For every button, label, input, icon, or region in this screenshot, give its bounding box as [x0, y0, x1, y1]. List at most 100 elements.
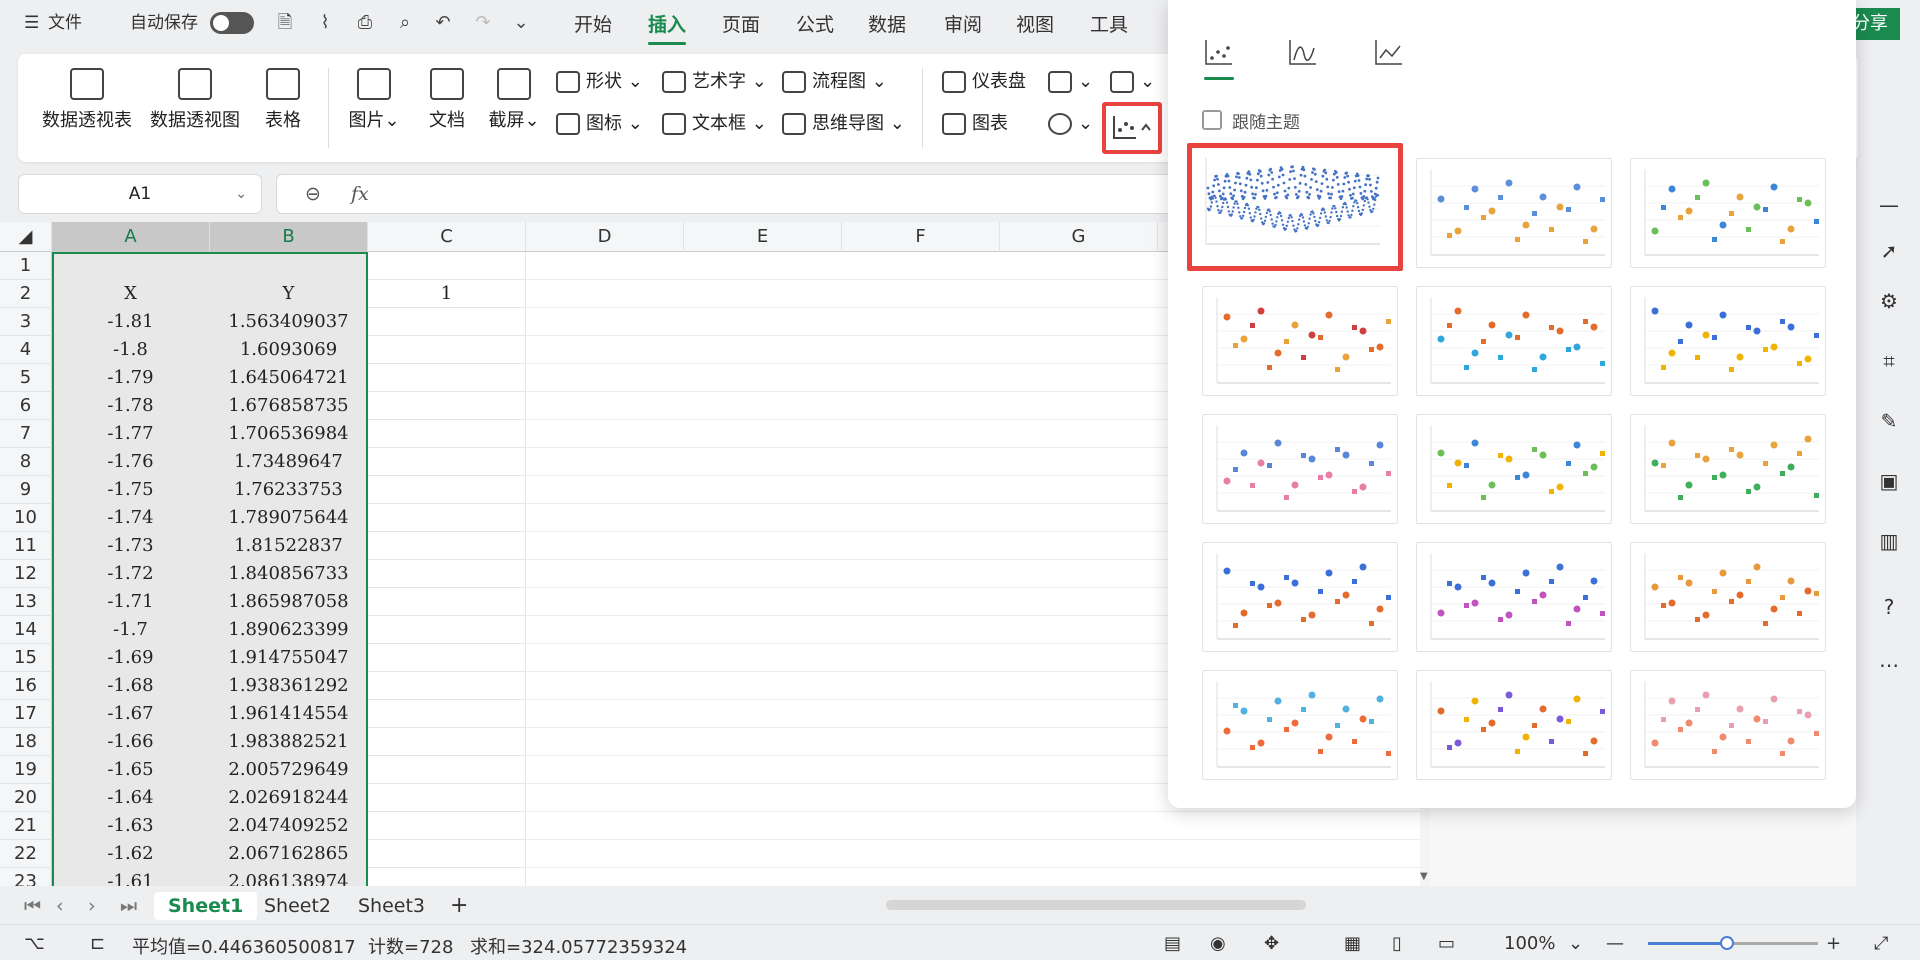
cell-b20[interactable]: 2.026918244 [210, 784, 368, 812]
tab-review[interactable]: 审阅 [944, 10, 982, 37]
icons-button[interactable]: 图标 ⌄ [556, 110, 643, 138]
name-box[interactable]: A1 ⌄ [18, 174, 262, 214]
redo-icon[interactable]: ↷ [470, 10, 496, 36]
select-all-corner[interactable]: ◢ [0, 222, 52, 252]
more-icon[interactable]: ⋯ [1876, 652, 1902, 678]
table-style-icon[interactable]: ▤ [1164, 933, 1181, 954]
cell-b14[interactable]: 1.890623399 [210, 616, 368, 644]
cell-a2[interactable]: X [52, 280, 210, 308]
zoom-in-icon[interactable]: + [1826, 933, 1841, 954]
chevron-down-icon[interactable]: ⌄ [235, 175, 247, 213]
file-menu[interactable]: 文件 [48, 10, 82, 36]
cell-b9[interactable]: 1.76233753 [210, 476, 368, 504]
cell-b1[interactable] [210, 252, 368, 280]
row-header[interactable]: 14 [0, 616, 52, 644]
eye-protect-icon[interactable]: ◉ [1210, 933, 1226, 954]
tab-scatter-type[interactable] [1202, 36, 1236, 80]
cell-c23[interactable] [368, 868, 526, 886]
cell-a15[interactable]: -1.69 [52, 644, 210, 672]
page-break-icon[interactable]: ▭ [1438, 933, 1455, 954]
tab-line-scatter[interactable] [1372, 36, 1406, 70]
zoom-slider[interactable] [1648, 936, 1818, 950]
cell-a10[interactable]: -1.74 [52, 504, 210, 532]
image-edit-icon[interactable]: ▣ [1876, 468, 1902, 494]
tab-home[interactable]: 开始 [574, 10, 612, 37]
zoom-out-icon[interactable]: — [1606, 933, 1624, 954]
cell-c11[interactable] [368, 532, 526, 560]
chart-style-thumbnail[interactable] [1416, 670, 1612, 780]
cell-a22[interactable]: -1.62 [52, 840, 210, 868]
cell-b5[interactable]: 1.645064721 [210, 364, 368, 392]
cell-a9[interactable]: -1.75 [52, 476, 210, 504]
cell-a13[interactable]: -1.71 [52, 588, 210, 616]
cell-c2[interactable]: 1 [368, 280, 526, 308]
flowchart-button[interactable]: 流程图 ⌄ [782, 68, 887, 96]
column-header-f[interactable]: F [842, 222, 1000, 252]
cell-b17[interactable]: 1.961414554 [210, 700, 368, 728]
row-header[interactable]: 18 [0, 728, 52, 756]
cell-a7[interactable]: -1.77 [52, 420, 210, 448]
zoom-level[interactable]: 100% [1504, 933, 1555, 954]
cell-c4[interactable] [368, 336, 526, 364]
undo-icon[interactable]: ↶ [430, 10, 456, 36]
cell-b11[interactable]: 1.81522837 [210, 532, 368, 560]
pivot-chart-button[interactable]: 数据透视图 [150, 68, 240, 132]
screenshot-button[interactable]: 截屏⌄ [484, 68, 544, 132]
chart-style-thumbnail[interactable] [1416, 414, 1612, 524]
sheet-tab-2[interactable]: Sheet2 [250, 892, 345, 920]
tab-view[interactable]: 视图 [1016, 10, 1054, 37]
prev-sheet-icon[interactable]: ‹ [42, 892, 78, 920]
cell-b19[interactable]: 2.005729649 [210, 756, 368, 784]
cell-c3[interactable] [368, 308, 526, 336]
cell-a12[interactable]: -1.72 [52, 560, 210, 588]
zoom-search-icon[interactable]: ⊖ [305, 183, 321, 205]
row-header[interactable]: 5 [0, 364, 52, 392]
cell-a23[interactable]: -1.61 [52, 868, 210, 886]
tab-formula[interactable]: 公式 [796, 10, 834, 37]
table-button[interactable]: 表格 [258, 68, 308, 132]
wordart-button[interactable]: 艺术字 ⌄ [662, 68, 767, 96]
fx-icon[interactable]: fx [351, 183, 369, 205]
cell-b15[interactable]: 1.914755047 [210, 644, 368, 672]
tab-page[interactable]: 页面 [722, 10, 760, 37]
cell-a8[interactable]: -1.76 [52, 448, 210, 476]
print-preview-icon[interactable]: ⌕ [392, 10, 418, 36]
cell-c12[interactable] [368, 560, 526, 588]
cell-b7[interactable]: 1.706536984 [210, 420, 368, 448]
scatter-chart-button[interactable] [1102, 102, 1162, 154]
column-chart-button[interactable]: ⌄ [1048, 68, 1093, 96]
tools-icon[interactable]: ✎ [1876, 408, 1902, 434]
chart-style-thumbnail[interactable] [1202, 414, 1398, 524]
cell-a14[interactable]: -1.7 [52, 616, 210, 644]
chart-style-thumbnail[interactable] [1202, 542, 1398, 652]
document-button[interactable]: 文档 [422, 68, 472, 132]
row-header[interactable]: 15 [0, 644, 52, 672]
cell-a18[interactable]: -1.66 [52, 728, 210, 756]
row-header[interactable]: 22 [0, 840, 52, 868]
cell-c1[interactable] [368, 252, 526, 280]
cell-b12[interactable]: 1.840856733 [210, 560, 368, 588]
page-layout-icon[interactable]: ▯ [1392, 933, 1402, 954]
cell-c19[interactable] [368, 756, 526, 784]
row-header[interactable]: 2 [0, 280, 52, 308]
row-header[interactable]: 17 [0, 700, 52, 728]
cell-c15[interactable] [368, 644, 526, 672]
cell-c8[interactable] [368, 448, 526, 476]
formula-input[interactable]: ⊖ fx [276, 174, 1176, 214]
cell-b13[interactable]: 1.865987058 [210, 588, 368, 616]
zoom-slider-thumb[interactable] [1720, 936, 1734, 950]
cell-c22[interactable] [368, 840, 526, 868]
cell-c9[interactable] [368, 476, 526, 504]
row-header[interactable]: 16 [0, 672, 52, 700]
cell-a6[interactable]: -1.78 [52, 392, 210, 420]
column-header-d[interactable]: D [526, 222, 684, 252]
dashboard-button[interactable]: 仪表盘 [942, 68, 1026, 96]
line-chart-button[interactable]: ⌄ [1110, 68, 1155, 96]
format-painter-icon[interactable]: ⌇ [312, 10, 338, 36]
cell-c5[interactable] [368, 364, 526, 392]
row-header[interactable]: 6 [0, 392, 52, 420]
row-header[interactable]: 19 [0, 756, 52, 784]
row-header[interactable]: 10 [0, 504, 52, 532]
zoom-dropdown-icon[interactable]: ⌄ [1568, 933, 1583, 954]
cell-c10[interactable] [368, 504, 526, 532]
